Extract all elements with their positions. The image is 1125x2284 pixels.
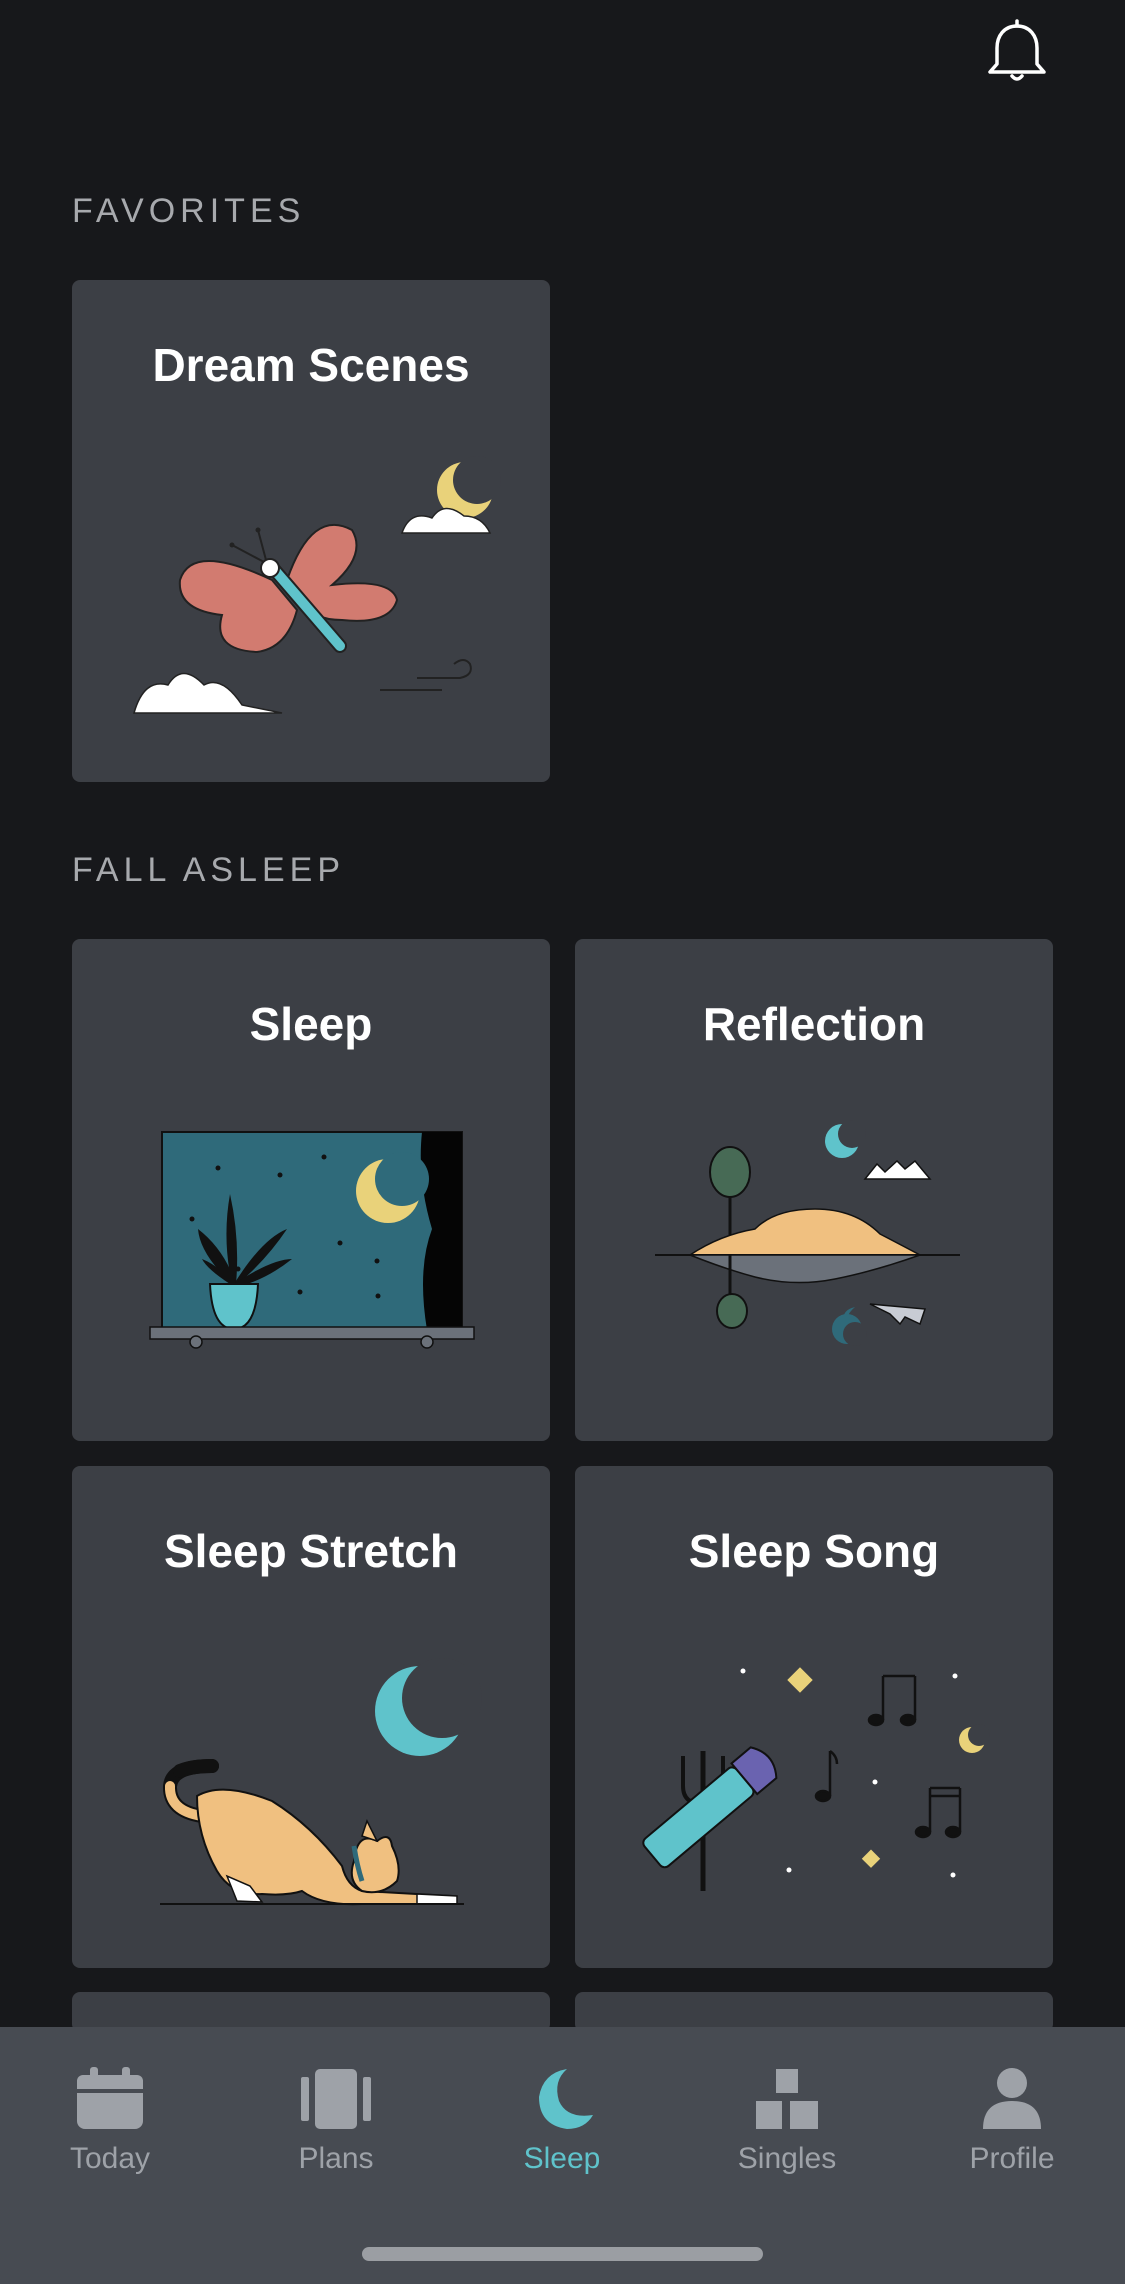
card-sleep[interactable]: Sleep [72,939,550,1441]
home-indicator[interactable] [362,2247,763,2261]
tab-profile[interactable]: Profile [922,2027,1102,2227]
tab-label: Singles [737,2142,837,2175]
moon-icon [539,2069,593,2129]
tab-singles[interactable]: Singles [697,2027,877,2227]
card-title: Sleep Stretch [164,1525,458,1577]
section-label-favorites: FAVORITES [72,192,306,230]
tab-label: Sleep [523,2142,601,2175]
card-reflection[interactable]: Reflection [575,939,1053,1441]
tab-plans[interactable]: Plans [246,2027,426,2227]
tab-label: Today [69,2142,151,2175]
tab-label: Profile [969,2142,1055,2175]
profile-icon [983,2068,1041,2129]
tab-today[interactable]: Today [20,2027,200,2227]
plans-icon [301,2069,371,2129]
tab-bar: Today Plans Sleep Singles Profile [0,2027,1125,2284]
card-title: Sleep [249,998,373,1050]
card-dream-scenes[interactable]: Dream Scenes [72,280,550,782]
card-partial[interactable] [72,1992,550,2032]
card-title: Sleep Song [688,1525,940,1577]
card-title: Dream Scenes [152,339,470,391]
card-partial[interactable] [575,1992,1053,2032]
tab-sleep[interactable]: Sleep [472,2027,652,2227]
tab-label: Plans [298,2142,374,2175]
bell-icon[interactable] [982,18,1052,88]
section-label-fall-asleep: FALL ASLEEP [72,851,345,889]
card-sleep-stretch[interactable]: Sleep Stretch [72,1466,550,1968]
calendar-icon [77,2067,143,2129]
card-sleep-song[interactable]: Sleep Song [575,1466,1053,1968]
singles-icon [756,2069,818,2129]
card-title: Reflection [702,998,926,1050]
